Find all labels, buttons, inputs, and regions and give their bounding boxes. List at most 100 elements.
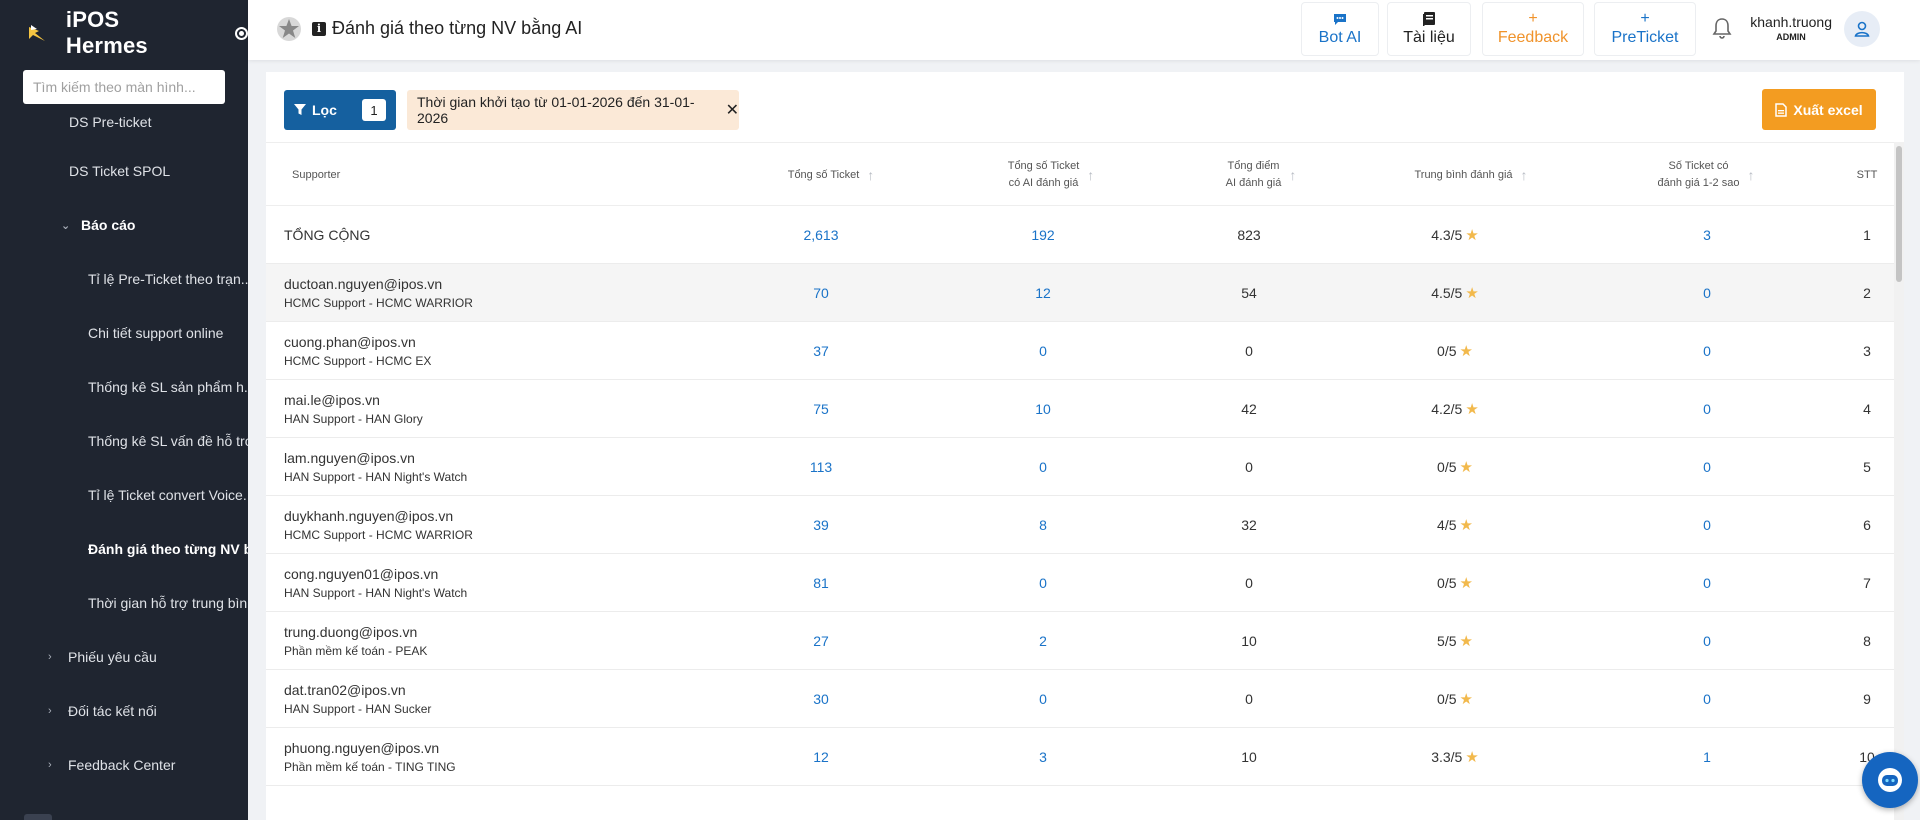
low-rating-link[interactable]: 0 xyxy=(1632,438,1782,495)
ai-rated-link[interactable]: 3 xyxy=(968,728,1118,785)
sort-arrow-icon: ↑ xyxy=(1520,166,1528,183)
total-ticket-link[interactable]: 39 xyxy=(746,496,896,553)
favorite-star-icon[interactable] xyxy=(276,16,302,42)
ai-points: 0 xyxy=(1245,458,1253,475)
total-ticket-link[interactable]: 37 xyxy=(746,322,896,379)
sidebar-item-bao-cao[interactable]: ⌄ Báo cáo xyxy=(0,198,248,252)
rating-value: 0/5 xyxy=(1437,342,1457,359)
ai-rated-link[interactable]: 0 xyxy=(968,322,1118,379)
low-rating-link[interactable]: 0 xyxy=(1632,322,1782,379)
sidebar-item-thoi-gian-ho-tro[interactable]: Thời gian hỗ trợ trung bình xyxy=(0,576,248,630)
sort-arrow-icon: ↑ xyxy=(867,166,875,183)
sidebar-item-ti-le-pre-ticket[interactable]: Tỉ lệ Pre-Ticket theo trạn... xyxy=(0,252,248,306)
radio-toggle-icon[interactable] xyxy=(235,26,248,40)
supporter-team: HCMC Support - HCMC EX xyxy=(284,353,432,368)
bell-icon[interactable] xyxy=(1710,16,1734,40)
ai-rated-link[interactable]: 12 xyxy=(968,264,1118,321)
low-rating-link[interactable]: 0 xyxy=(1632,670,1782,727)
col-stt[interactable]: STT xyxy=(1842,143,1892,207)
col-label-line: Số Ticket có xyxy=(1668,160,1729,172)
row-stt: 2 xyxy=(1863,284,1871,301)
avg-rating: 3.3/5 ★ xyxy=(1380,728,1530,785)
total-ticket-link[interactable]: 75 xyxy=(746,380,896,437)
col-ai-rated[interactable]: Tổng số Ticket có AI đánh giá ↑ xyxy=(956,143,1146,207)
col-low-rating[interactable]: Số Ticket có đánh giá 1-2 sao ↑ xyxy=(1606,143,1806,207)
ai-rated-link[interactable]: 10 xyxy=(968,380,1118,437)
row-stt: 9 xyxy=(1863,690,1871,707)
total-ticket-link[interactable]: 30 xyxy=(746,670,896,727)
avg-rating: 0/5 ★ xyxy=(1380,670,1530,727)
file-icon xyxy=(1775,102,1788,117)
sidebar-item-ds-pre-ticket[interactable]: DS Pre-ticket xyxy=(0,114,248,144)
ai-points: 42 xyxy=(1241,400,1257,417)
total-ticket-link[interactable]: 27 xyxy=(746,612,896,669)
low-rating-link[interactable]: 0 xyxy=(1632,554,1782,611)
col-label: Tổng số Ticket xyxy=(787,168,860,181)
page-title: i Đánh giá theo từng NV bằng AI xyxy=(312,18,582,39)
sidebar-item-label: Tỉ lệ Ticket convert Voice... xyxy=(88,487,248,503)
filter-label: Lọc xyxy=(312,102,337,118)
ai-rated-link[interactable]: 0 xyxy=(968,554,1118,611)
sidebar-item-thong-ke-van-de[interactable]: Thống kê SL vấn đề hỗ trợ xyxy=(0,414,248,468)
sidebar-menu: DS Pre-ticket DS Ticket SPOL ⌄ Báo cáo Tỉ… xyxy=(0,114,248,792)
low-rating-link[interactable]: 0 xyxy=(1632,380,1782,437)
col-ai-points[interactable]: Tổng điểm AI đánh giá ↑ xyxy=(1166,143,1356,207)
avg-rating: 5/5 ★ xyxy=(1380,612,1530,669)
sidebar-item-doi-tac[interactable]: › Đối tác kết nối xyxy=(0,684,248,738)
sidebar-item-ds-ticket-spol[interactable]: DS Ticket SPOL xyxy=(0,144,248,198)
total-ticket-link[interactable]: 12 xyxy=(746,728,896,785)
ai-rated-link[interactable]: 8 xyxy=(968,496,1118,553)
col-label-line: đánh giá 1-2 sao xyxy=(1657,177,1740,189)
ai-points: 54 xyxy=(1241,284,1257,301)
sidebar-item-feedback-center[interactable]: › Feedback Center xyxy=(0,738,248,792)
col-supporter[interactable]: Supporter xyxy=(292,143,340,207)
info-icon[interactable]: i xyxy=(312,21,326,36)
sidebar-item-phieu-yeu-cau[interactable]: › Phiếu yêu cầu xyxy=(0,630,248,684)
ai-points: 0 xyxy=(1245,574,1253,591)
bot-ai-button[interactable]: Bot AI xyxy=(1301,2,1379,56)
sidebar-search-input[interactable] xyxy=(23,70,225,104)
supporter-cell: phuong.nguyen@ipos.vn Phần mềm kế toán - … xyxy=(284,728,456,785)
total-ticket-link[interactable]: 113 xyxy=(746,438,896,495)
table-row: dat.tran02@ipos.vn HAN Support - HAN Suck… xyxy=(266,670,1894,728)
ai-rated-link[interactable]: 2 xyxy=(968,612,1118,669)
supporter-cell: lam.nguyen@ipos.vn HAN Support - HAN Nigh… xyxy=(284,438,467,495)
col-avg-rating[interactable]: Trung bình đánh giá ↑ xyxy=(1376,143,1566,207)
supporter-cell: trung.duong@ipos.vn Phần mềm kế toán - PE… xyxy=(284,612,427,669)
low-rating-link[interactable]: 0 xyxy=(1632,612,1782,669)
avatar[interactable] xyxy=(1844,11,1880,47)
low-rating-link[interactable]: 0 xyxy=(1632,496,1782,553)
total-ticket-link[interactable]: 81 xyxy=(746,554,896,611)
total-ai-rated-link[interactable]: 192 xyxy=(968,206,1118,263)
star-icon: ★ xyxy=(1465,226,1479,244)
chevron-right-icon: › xyxy=(48,759,52,771)
table-scrollbar[interactable] xyxy=(1894,142,1904,820)
supporter-email: mai.le@ipos.vn xyxy=(284,391,380,408)
export-excel-button[interactable]: Xuất excel xyxy=(1762,89,1876,130)
sidebar-item-label: Chi tiết support online xyxy=(88,325,224,341)
sidebar-item-danh-gia-nv[interactable]: Đánh giá theo từng NV b... xyxy=(0,522,248,576)
funnel-icon xyxy=(294,104,306,115)
filter-button[interactable]: Lọc 1 xyxy=(284,90,396,130)
sidebar-item-ti-le-ticket-voice[interactable]: Tỉ lệ Ticket convert Voice... xyxy=(0,468,248,522)
supporter-team: HAN Support - HAN Sucker xyxy=(284,701,432,716)
low-rating-link[interactable]: 0 xyxy=(1632,264,1782,321)
close-icon[interactable]: ✕ xyxy=(726,100,739,120)
low-rating-link[interactable]: 1 xyxy=(1632,728,1782,785)
col-total-ticket[interactable]: Tổng số Ticket ↑ xyxy=(736,143,926,207)
sidebar-item-thong-ke-san-pham[interactable]: Thống kê SL sản phẩm h... xyxy=(0,360,248,414)
total-low-rating-link[interactable]: 3 xyxy=(1632,206,1782,263)
scrollbar-thumb[interactable] xyxy=(1896,146,1902,282)
total-ticket-link[interactable]: 2,613 xyxy=(746,206,896,263)
sidebar-item-chi-tiet-support[interactable]: Chi tiết support online xyxy=(0,306,248,360)
feedback-button[interactable]: + Feedback xyxy=(1482,2,1584,56)
user-menu[interactable]: khanh.truong ADMIN xyxy=(1750,14,1832,42)
row-stt: 5 xyxy=(1863,458,1871,475)
ai-rated-link[interactable]: 0 xyxy=(968,438,1118,495)
preticket-button[interactable]: + PreTicket xyxy=(1594,2,1696,56)
tai-lieu-button[interactable]: Tài liệu xyxy=(1387,2,1471,56)
total-ticket-link[interactable]: 70 xyxy=(746,264,896,321)
ai-rated-link[interactable]: 0 xyxy=(968,670,1118,727)
chatbot-fab-button[interactable] xyxy=(1862,752,1918,808)
supporter-cell: duykhanh.nguyen@ipos.vn HCMC Support - HC… xyxy=(284,496,473,553)
